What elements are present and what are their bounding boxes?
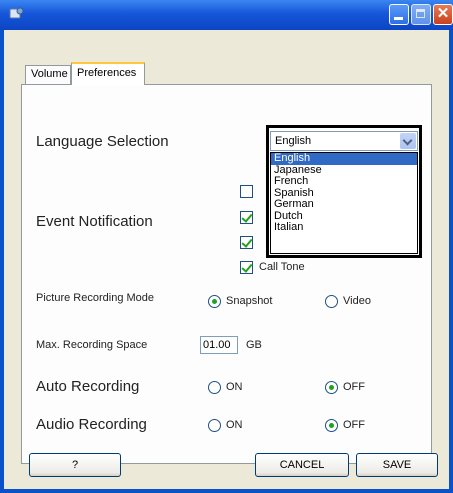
preferences-panel: Language Selection English English Japan… — [21, 84, 432, 464]
preferences-window: ✕ Volume Preferences Language Selection … — [0, 0, 453, 493]
gb-unit-label: GB — [246, 339, 262, 351]
event-checkbox-2[interactable] — [240, 211, 253, 224]
audio-recording-label: Audio Recording — [36, 416, 147, 433]
language-option-english[interactable]: English — [271, 152, 417, 165]
tab-preferences[interactable]: Preferences — [71, 62, 145, 85]
video-label: Video — [343, 295, 371, 307]
minimize-button[interactable] — [389, 4, 409, 25]
close-icon: ✕ — [436, 5, 450, 22]
event-notification-label: Event Notification — [36, 213, 153, 230]
dialog-client: Volume Preferences Language Selection En… — [4, 30, 449, 489]
max-recording-space-input[interactable]: 01.00 — [200, 336, 238, 354]
language-selection-label: Language Selection — [36, 133, 169, 150]
app-icon — [9, 7, 24, 19]
call-tone-checkbox[interactable] — [240, 261, 253, 274]
snapshot-label: Snapshot — [226, 295, 273, 307]
picture-recording-mode-label: Picture Recording Mode — [36, 292, 155, 304]
save-button[interactable]: SAVE — [356, 453, 438, 477]
language-option-french[interactable]: French — [271, 175, 417, 188]
language-selected-value: English — [275, 135, 312, 147]
audio-recording-on-radio[interactable] — [208, 419, 221, 432]
auto-recording-on-label: ON — [226, 381, 243, 393]
title-bar[interactable]: ✕ — [0, 0, 453, 30]
language-option-german[interactable]: German — [271, 198, 417, 211]
auto-recording-on-radio[interactable] — [208, 381, 221, 394]
event-checkbox-1[interactable] — [240, 185, 253, 198]
event-checkbox-3[interactable] — [240, 236, 253, 249]
video-radio[interactable] — [325, 295, 338, 308]
auto-recording-label: Auto Recording — [36, 378, 140, 395]
help-button[interactable]: ? — [29, 453, 121, 477]
language-option-italian[interactable]: Italian — [271, 221, 417, 234]
maximize-button[interactable] — [411, 4, 431, 25]
language-select[interactable]: English — [270, 131, 418, 151]
close-button[interactable]: ✕ — [433, 4, 453, 25]
audio-recording-off-label: OFF — [343, 419, 365, 431]
audio-recording-off-radio[interactable] — [325, 419, 338, 432]
max-recording-space-label: Max. Recording Space — [36, 339, 148, 351]
snapshot-radio[interactable] — [208, 295, 221, 308]
chevron-down-icon[interactable] — [400, 133, 416, 149]
tab-volume[interactable]: Volume — [25, 65, 71, 84]
auto-recording-off-label: OFF — [343, 381, 365, 393]
cancel-button[interactable]: CANCEL — [255, 453, 349, 477]
language-options-list[interactable]: English Japanese French Spanish German D… — [270, 152, 418, 254]
call-tone-label: Call Tone — [259, 261, 305, 273]
auto-recording-off-radio[interactable] — [325, 381, 338, 394]
audio-recording-on-label: ON — [226, 419, 243, 431]
